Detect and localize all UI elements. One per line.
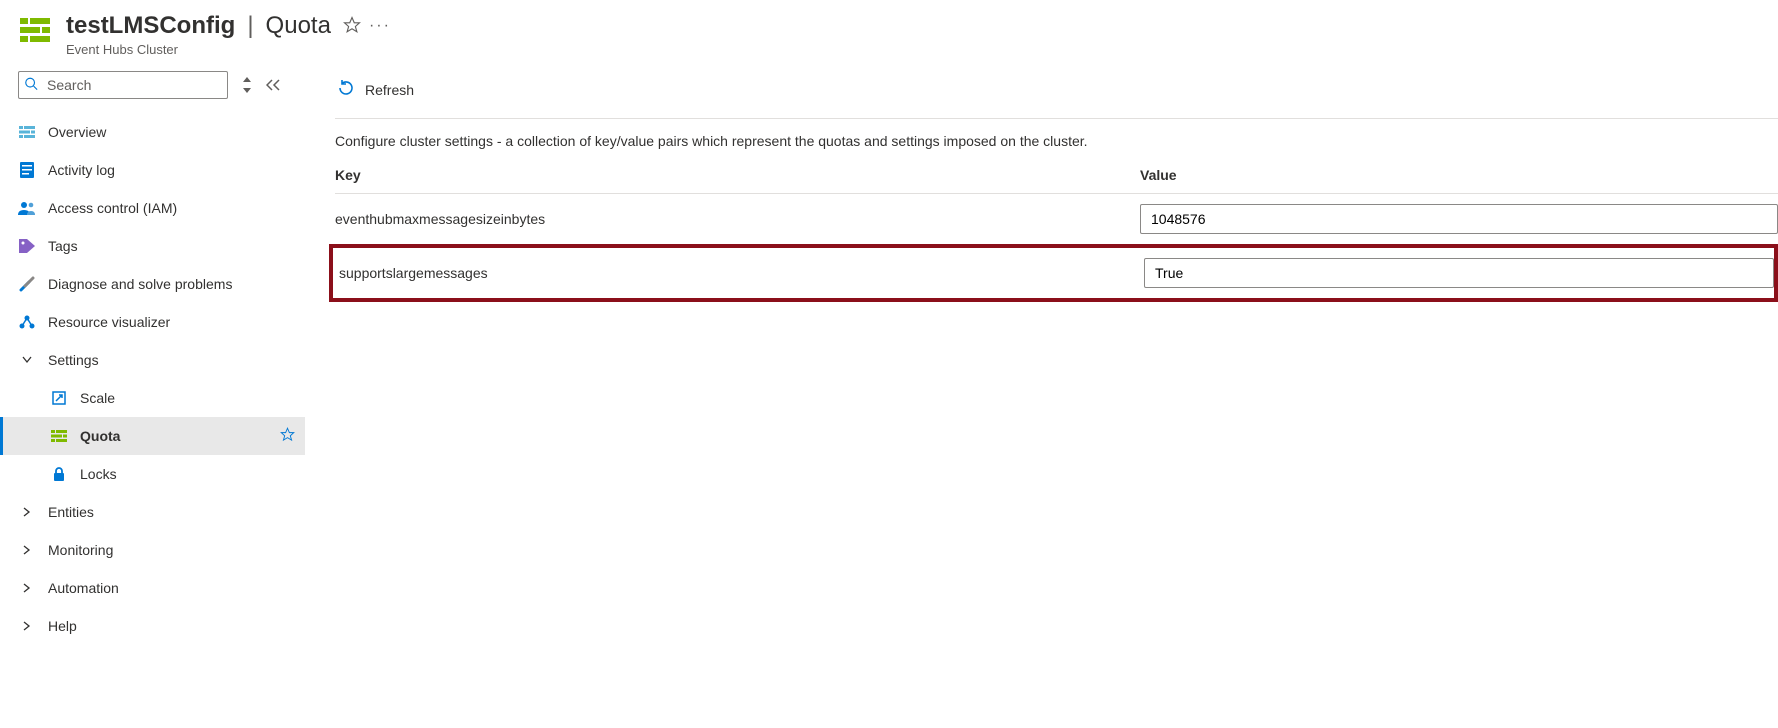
sidebar-item-tags[interactable]: Tags (18, 227, 305, 265)
section-name: Quota (266, 12, 331, 40)
main-content: Refresh Configure cluster settings - a c… (305, 65, 1778, 723)
sidebar-item-resource-visualizer[interactable]: Resource visualizer (18, 303, 305, 341)
column-header-key: Key (335, 167, 1140, 183)
sidebar-group-monitoring[interactable]: Monitoring (18, 531, 305, 569)
chevron-right-icon (18, 507, 36, 517)
diagnose-icon (18, 276, 36, 292)
toolbar: Refresh (335, 75, 1778, 119)
page-header: testLMSConfig | Quota ··· Event Hubs Clu… (0, 0, 1778, 65)
sidebar-item-label: Diagnose and solve problems (48, 276, 232, 292)
sidebar-item-label: Access control (IAM) (48, 200, 177, 216)
sidebar-group-settings[interactable]: Settings (18, 341, 305, 379)
quota-icon (50, 430, 68, 442)
more-actions-icon[interactable]: ··· (369, 17, 391, 35)
refresh-label: Refresh (365, 82, 414, 98)
sidebar-item-label: Tags (48, 238, 78, 254)
refresh-icon (337, 79, 355, 100)
resource-visualizer-icon (18, 315, 36, 329)
sidebar-item-overview[interactable]: Overview (18, 113, 305, 151)
sidebar-item-diagnose[interactable]: Diagnose and solve problems (18, 265, 305, 303)
collapse-sidebar-icon[interactable] (266, 79, 280, 91)
sidebar-item-locks[interactable]: Locks (18, 455, 305, 493)
scale-icon (50, 391, 68, 405)
sidebar-item-access-control[interactable]: Access control (IAM) (18, 189, 305, 227)
search-icon (24, 77, 38, 94)
activity-log-icon (18, 162, 36, 178)
column-header-value: Value (1140, 167, 1778, 183)
sidebar-group-automation[interactable]: Automation (18, 569, 305, 607)
sidebar-group-entities[interactable]: Entities (18, 493, 305, 531)
description-text: Configure cluster settings - a collectio… (335, 133, 1778, 149)
resource-type-label: Event Hubs Cluster (66, 42, 391, 57)
table-header: Key Value (335, 167, 1778, 194)
table-row-highlighted: supportslargemessages (329, 244, 1778, 302)
sidebar-item-quota[interactable]: Quota (0, 417, 305, 455)
sidebar-item-label: Locks (80, 466, 117, 482)
table-row: eventhubmaxmessagesizeinbytes (335, 194, 1778, 244)
sidebar-group-label: Automation (48, 580, 119, 596)
resource-name: testLMSConfig (66, 12, 235, 40)
sidebar-item-label: Overview (48, 124, 106, 140)
access-control-icon (18, 201, 36, 215)
setting-key: supportslargemessages (339, 265, 1144, 281)
sidebar-item-scale[interactable]: Scale (18, 379, 305, 417)
chevron-right-icon (18, 621, 36, 631)
sidebar-group-help[interactable]: Help (18, 607, 305, 645)
setting-key: eventhubmaxmessagesizeinbytes (335, 211, 1140, 227)
setting-value-input[interactable] (1140, 204, 1778, 234)
sidebar-item-activity-log[interactable]: Activity log (18, 151, 305, 189)
resource-icon (20, 18, 50, 45)
overview-icon (18, 126, 36, 138)
sidebar-item-label: Quota (80, 428, 120, 444)
sidebar-item-label: Scale (80, 390, 115, 406)
sidebar-item-label: Resource visualizer (48, 314, 170, 330)
chevron-right-icon (18, 545, 36, 555)
chevron-down-icon (18, 356, 36, 364)
refresh-button[interactable]: Refresh (335, 75, 416, 104)
sidebar-group-label: Entities (48, 504, 94, 520)
sidebar-group-label: Help (48, 618, 77, 634)
sidebar-group-label: Monitoring (48, 542, 113, 558)
lock-icon (50, 467, 68, 481)
tags-icon (18, 239, 36, 253)
sidebar-search[interactable] (18, 71, 228, 99)
sort-icon[interactable] (242, 77, 252, 93)
sidebar-group-label: Settings (48, 352, 99, 368)
search-input[interactable] (18, 71, 228, 99)
chevron-right-icon (18, 583, 36, 593)
setting-value-input[interactable] (1144, 258, 1774, 288)
sidebar-item-label: Activity log (48, 162, 115, 178)
pin-star-icon[interactable] (280, 427, 295, 445)
title-divider: | (247, 12, 253, 40)
favorite-star-icon[interactable] (343, 16, 361, 37)
sidebar: Overview Activity log Access control (IA… (0, 65, 305, 723)
